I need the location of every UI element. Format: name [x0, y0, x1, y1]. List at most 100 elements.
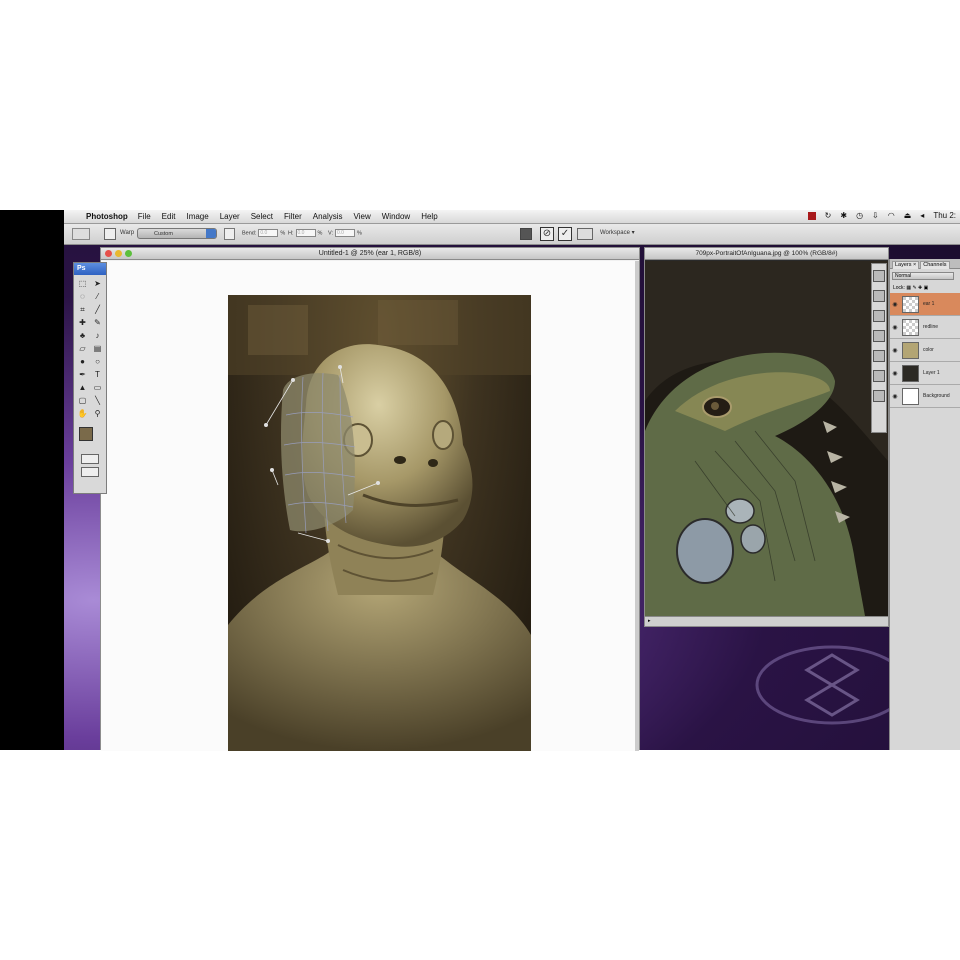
history-brush-tool-icon[interactable]: ♪	[91, 330, 104, 342]
gradient-tool-icon[interactable]: ▤	[91, 343, 104, 355]
lasso-tool-icon[interactable]: ◌	[76, 291, 89, 303]
layer-row-layer-1[interactable]: ◉ Layer 1	[890, 362, 960, 385]
minimize-window-button[interactable]	[115, 250, 122, 257]
play-icon[interactable]: ▸	[648, 618, 651, 624]
pen-tool-icon[interactable]: ✒	[76, 369, 89, 381]
eye-icon[interactable]: ◉	[890, 301, 900, 308]
type-tool-icon[interactable]: T	[91, 369, 104, 381]
bend-unit: %	[280, 230, 286, 237]
layer-name: ear 1	[923, 301, 935, 307]
zoom-window-button[interactable]	[125, 250, 132, 257]
eye-icon[interactable]: ◉	[890, 370, 900, 377]
volume-icon[interactable]: ◂	[920, 211, 924, 220]
tool-preset-picker[interactable]	[72, 228, 90, 240]
clone-source-icon[interactable]	[873, 350, 885, 362]
tool-presets-icon[interactable]	[873, 310, 885, 322]
eye-icon[interactable]: ◉	[890, 393, 900, 400]
menu-help[interactable]: Help	[421, 212, 437, 221]
layer-row-background[interactable]: ◉ Background	[890, 385, 960, 408]
document-title-bar[interactable]: Untitled-1 @ 25% (ear 1, RGB/8)	[101, 248, 639, 260]
layers-panel: Layers × Channels Normal Lock: ▦ ✎ ✚ ▣ ◉…	[889, 259, 960, 750]
healing-brush-tool-icon[interactable]: ✚	[76, 317, 89, 329]
paragraph-icon[interactable]	[873, 390, 885, 402]
transform-mode-icon[interactable]	[520, 228, 532, 240]
marquee-tool-icon[interactable]: ⬚	[76, 278, 89, 290]
chevron-down-icon	[206, 229, 216, 238]
v-input[interactable]: 0.0	[335, 229, 355, 237]
sculpture-artwork[interactable]	[228, 295, 531, 751]
layer-thumbnail	[902, 387, 919, 405]
eye-icon[interactable]: ◉	[890, 347, 900, 354]
record-icon[interactable]	[807, 211, 816, 220]
move-tool-icon[interactable]: ➤	[91, 278, 104, 290]
blend-mode-select[interactable]: Normal	[892, 272, 954, 280]
wifi-icon[interactable]: ◠	[888, 211, 895, 220]
layer-row-color[interactable]: ◉ color	[890, 339, 960, 362]
path-selection-tool-icon[interactable]: ▲	[76, 382, 89, 394]
h-field: H: 0.0%	[288, 229, 322, 237]
layer-name: redline	[923, 324, 939, 330]
tools-panel-header[interactable]: Ps	[74, 263, 106, 275]
shape-tool-icon[interactable]: ▭	[91, 382, 104, 394]
blur-tool-icon[interactable]: ●	[76, 356, 89, 368]
commit-transform-button[interactable]: ✓	[558, 227, 572, 241]
time-machine-icon[interactable]: ◷	[856, 211, 863, 220]
app-menu[interactable]: Photoshop	[86, 212, 128, 221]
warp-orientation-button[interactable]	[224, 228, 235, 240]
hand-tool-icon[interactable]: ✋	[76, 408, 89, 420]
menu-edit[interactable]: Edit	[162, 212, 176, 221]
warp-style-select[interactable]: Custom	[137, 228, 217, 239]
eyedropper2-tool-icon[interactable]: ╲	[91, 395, 104, 407]
menu-filter[interactable]: Filter	[284, 212, 302, 221]
brushes-icon[interactable]	[873, 330, 885, 342]
vertical-scrollbar[interactable]	[635, 261, 639, 751]
clock[interactable]: Thu 2:	[933, 211, 956, 220]
crop-tool-icon[interactable]: ⌗	[76, 304, 89, 316]
menu-select[interactable]: Select	[251, 212, 273, 221]
document-window-iguana: 709px-PortraitOfAnIguana.jpg @ 100% (RGB…	[644, 247, 889, 627]
document-status-bar[interactable]: ▸	[645, 616, 888, 626]
eye-icon[interactable]: ◉	[890, 324, 900, 331]
menu-file[interactable]: File	[138, 212, 151, 221]
iguana-photo[interactable]	[645, 261, 888, 616]
document-title-bar[interactable]: 709px-PortraitOfAnIguana.jpg @ 100% (RGB…	[645, 248, 888, 260]
navigator-icon[interactable]	[873, 270, 885, 282]
magic-wand-tool-icon[interactable]: ⁄	[91, 291, 104, 303]
menu-layer[interactable]: Layer	[220, 212, 240, 221]
close-window-button[interactable]	[105, 250, 112, 257]
layer-row-redline[interactable]: ◉ redline	[890, 316, 960, 339]
bridge-icon[interactable]	[577, 228, 593, 240]
cancel-transform-button[interactable]: ⊘	[540, 227, 554, 241]
eraser-tool-icon[interactable]: ▱	[76, 343, 89, 355]
document-title: Untitled-1 @ 25% (ear 1, RGB/8)	[318, 250, 422, 257]
foreground-color-swatch[interactable]	[79, 427, 93, 441]
tab-layers[interactable]: Layers ×	[892, 261, 920, 269]
layer-name: Layer 1	[923, 370, 940, 376]
bend-input[interactable]: 0.0	[258, 229, 279, 237]
screen-mode-button[interactable]	[81, 467, 99, 477]
quick-mask-button[interactable]	[81, 454, 99, 464]
clone-stamp-tool-icon[interactable]: ♣	[76, 330, 89, 342]
menu-image[interactable]: Image	[186, 212, 208, 221]
character-icon[interactable]	[873, 370, 885, 382]
tab-channels[interactable]: Channels	[920, 261, 950, 269]
canvas-area[interactable]	[101, 261, 639, 751]
bluetooth-icon[interactable]: ✱	[840, 211, 847, 220]
download-icon[interactable]: ⇩	[872, 211, 879, 220]
h-input[interactable]: 0.0	[295, 229, 316, 237]
menu-analysis[interactable]: Analysis	[313, 212, 343, 221]
dodge-tool-icon[interactable]: ○	[91, 356, 104, 368]
eject-icon[interactable]: ⏏	[904, 211, 912, 220]
menu-window[interactable]: Window	[382, 212, 410, 221]
color-swatches[interactable]	[77, 425, 106, 451]
lock-icon[interactable]: ▦ ✎ ✚ ▣	[906, 285, 928, 291]
sync-icon[interactable]: ↻	[825, 211, 832, 220]
workspace-menu[interactable]: Workspace ▾	[600, 229, 635, 236]
zoom-tool-icon[interactable]: ⚲	[91, 408, 104, 420]
notes-tool-icon[interactable]: ▢	[76, 395, 89, 407]
brush-tool-icon[interactable]: ✎	[91, 317, 104, 329]
actions-icon[interactable]	[873, 290, 885, 302]
eyedropper-tool-icon[interactable]: ╱	[91, 304, 104, 316]
layer-row-ear-1[interactable]: ◉ ear 1	[890, 293, 960, 316]
menu-view[interactable]: View	[354, 212, 371, 221]
